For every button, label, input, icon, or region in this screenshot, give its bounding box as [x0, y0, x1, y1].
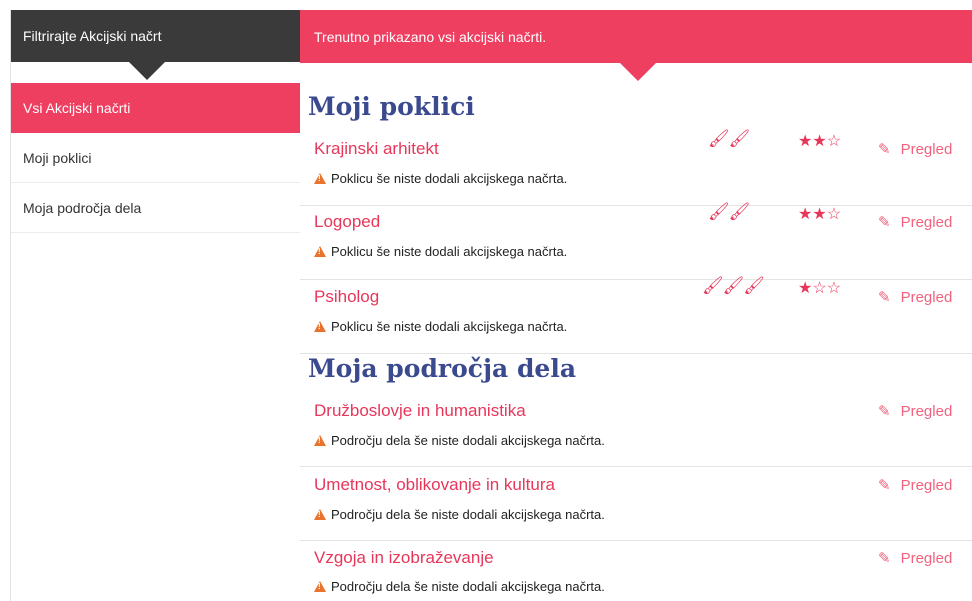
edit-icon: ✎ — [878, 477, 891, 494]
warning-message: Poklicu še niste dodali akcijskega načrt… — [314, 319, 567, 334]
warning-icon — [314, 173, 326, 184]
brush-icon: 🖌 — [708, 202, 730, 221]
warning-text: Poklicu še niste dodali akcijskega načrt… — [331, 244, 568, 259]
sidebar-item-label: Moji poklici — [23, 149, 92, 166]
sidebar-item-label: Moja področja dela — [23, 199, 142, 216]
edit-icon: ✎ — [878, 214, 891, 231]
section-title-work-areas: Moja področja dela — [308, 354, 577, 383]
review-label: Pregled — [900, 402, 953, 420]
review-button[interactable]: ✎ Pregled — [878, 288, 953, 307]
brush-rating: 🖌🖌🖌 — [702, 276, 765, 296]
warning-text: Poklicu še niste dodali akcijskega načrt… — [331, 319, 568, 334]
review-button[interactable]: ✎ Pregled — [878, 549, 953, 568]
item-title-link[interactable]: Umetnost, oblikovanje in kultura — [314, 475, 555, 495]
edit-icon: ✎ — [878, 289, 891, 306]
review-label: Pregled — [900, 549, 953, 567]
star-empty-icon: ☆ — [826, 206, 842, 223]
warning-icon — [314, 581, 326, 592]
item-title-link[interactable]: Krajinski arhitekt — [314, 139, 439, 159]
brush-icon: 🖌 — [708, 129, 730, 148]
list-item: Logoped Poklicu še niste dodali akcijske… — [300, 202, 972, 280]
review-label: Pregled — [900, 288, 953, 306]
warning-text: Področju dela še niste dodali akcijskega… — [331, 507, 605, 522]
sidebar-header-arrow — [129, 62, 165, 80]
brush-icon: 🖌 — [728, 129, 751, 148]
review-label: Pregled — [900, 140, 953, 158]
main-header-arrow — [620, 63, 656, 81]
sidebar-item-all[interactable]: Vsi Akcijski načrti — [11, 83, 300, 133]
star-filled-icon: ★ — [798, 206, 813, 223]
review-label: Pregled — [900, 476, 953, 494]
item-title-link[interactable]: Družboslovje in humanistika — [314, 401, 526, 421]
warning-text: Področju dela še niste dodali akcijskega… — [331, 579, 605, 594]
star-empty-icon: ☆ — [826, 133, 842, 150]
star-filled-icon: ★ — [798, 280, 813, 297]
sidebar-header-label: Filtrirajte Akcijski načrt — [23, 28, 162, 44]
section-title-professions: Moji poklici — [308, 92, 475, 121]
edit-icon: ✎ — [878, 403, 891, 420]
warning-icon — [314, 509, 326, 520]
warning-icon — [314, 321, 326, 332]
warning-message: Področju dela še niste dodali akcijskega… — [314, 507, 605, 522]
warning-text: Poklicu še niste dodali akcijskega načrt… — [331, 171, 568, 186]
review-button[interactable]: ✎ Pregled — [878, 140, 953, 159]
brush-icon: 🖌 — [702, 276, 724, 295]
edit-icon: ✎ — [878, 141, 891, 158]
list-item: Vzgoja in izobraževanje Področju dela še… — [300, 541, 972, 601]
sidebar-list: Vsi Akcijski načrti Moji poklici Moja po… — [11, 83, 300, 233]
star-rating: ★☆☆ — [798, 278, 841, 298]
list-item: Psiholog Poklicu še niste dodali akcijsk… — [300, 276, 972, 354]
warning-message: Področju dela še niste dodali akcijskega… — [314, 579, 605, 594]
main-content: Trenutno prikazano vsi akcijski načrti. … — [300, 10, 972, 601]
warning-message: Poklicu še niste dodali akcijskega načrt… — [314, 171, 567, 186]
review-button[interactable]: ✎ Pregled — [878, 213, 953, 232]
review-button[interactable]: ✎ Pregled — [878, 402, 953, 421]
item-title-link[interactable]: Logoped — [314, 212, 380, 232]
sidebar-item-label: Vsi Akcijski načrti — [23, 100, 131, 116]
brush-icon: 🖌 — [728, 202, 751, 221]
star-rating: ★★☆ — [798, 204, 841, 224]
sidebar-header: Filtrirajte Akcijski načrt — [11, 10, 300, 80]
sidebar-item-my-work-areas[interactable]: Moja področja dela — [11, 183, 300, 233]
item-title-link[interactable]: Psiholog — [314, 287, 379, 307]
review-label: Pregled — [900, 213, 953, 231]
item-title-link[interactable]: Vzgoja in izobraževanje — [314, 548, 494, 568]
main-header-label: Trenutno prikazano vsi akcijski načrti. — [314, 28, 547, 45]
warning-icon — [314, 435, 326, 446]
warning-message: Področju dela še niste dodali akcijskega… — [314, 433, 605, 448]
list-item: Krajinski arhitekt Poklicu še niste doda… — [300, 129, 972, 206]
list-item: Družboslovje in humanistika Področju del… — [300, 394, 972, 467]
main-header: Trenutno prikazano vsi akcijski načrti. — [300, 10, 972, 81]
star-filled-icon: ★ — [812, 206, 827, 223]
warning-text: Področju dela še niste dodali akcijskega… — [331, 433, 605, 448]
brush-icon: 🖌 — [743, 276, 765, 295]
review-button[interactable]: ✎ Pregled — [878, 476, 953, 495]
brush-rating: 🖌🖌 — [708, 129, 751, 149]
star-empty-icon: ☆ — [812, 280, 827, 297]
warning-icon — [314, 246, 326, 257]
star-filled-icon: ★ — [798, 133, 813, 150]
sidebar-item-my-professions[interactable]: Moji poklici — [11, 133, 300, 183]
sidebar: Filtrirajte Akcijski načrt Vsi Akcijski … — [10, 10, 300, 601]
warning-message: Poklicu še niste dodali akcijskega načrt… — [314, 244, 567, 259]
brush-rating: 🖌🖌 — [708, 202, 751, 222]
brush-icon: 🖌 — [722, 276, 745, 295]
star-empty-icon: ☆ — [826, 280, 842, 297]
star-rating: ★★☆ — [798, 131, 841, 151]
star-filled-icon: ★ — [812, 133, 827, 150]
list-item: Umetnost, oblikovanje in kultura Področj… — [300, 467, 972, 541]
edit-icon: ✎ — [878, 550, 891, 567]
